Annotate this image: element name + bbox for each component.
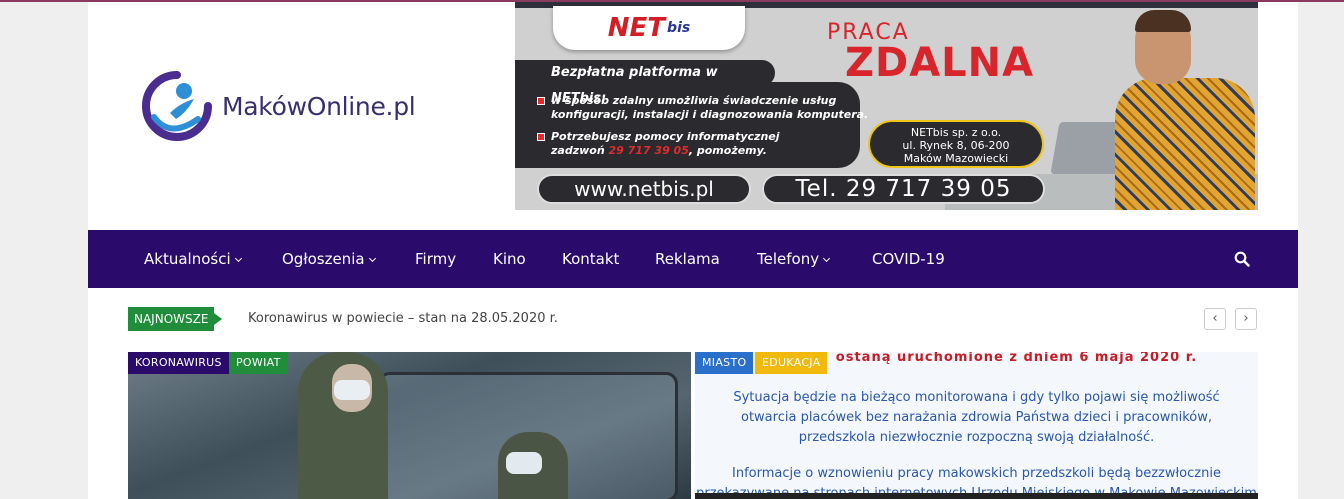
ticker-label: NAJNOWSZE	[128, 307, 223, 331]
nav-item-label: Telefony	[757, 250, 820, 268]
ad-brand-suffix: bis	[667, 20, 691, 36]
nav-item-firmy[interactable]: Firmy	[415, 230, 456, 288]
site-logo[interactable]: MakówOnline.pl	[140, 68, 480, 144]
ad-person-photo	[1115, 10, 1255, 210]
page-container: MakówOnline.pl NET bis PRACA ZDALNA Bezpł…	[88, 2, 1298, 499]
ticker-next-button[interactable]: ›	[1235, 308, 1257, 330]
ticker-headline[interactable]: Koronawirus w powiecie – stan na 28.05.2…	[248, 307, 558, 331]
nav-item-kontakt[interactable]: Kontakt	[562, 230, 619, 288]
nav-item-label: Ogłoszenia	[282, 250, 365, 268]
card-text-line: przedszkola niezwłocznie rozpoczną swoją…	[798, 430, 1155, 445]
ad-bullet-2-suffix: , pomożemy.	[688, 144, 767, 157]
chevron-down-icon	[368, 254, 376, 263]
ad-bullet-2-line-1: Potrzebujesz pomocy informatycznej	[551, 130, 780, 143]
ad-url: www.netbis.pl	[537, 174, 751, 204]
ad-bullet-2: Potrzebujesz pomocy informatycznej zadzw…	[537, 130, 780, 158]
category-badge-koronawirus[interactable]: KORONAWIRUS	[128, 352, 229, 374]
ad-netbis-logo: NET bis	[553, 6, 745, 50]
nav-item-covid-19[interactable]: COVID-19	[872, 230, 945, 288]
nav-item-ogloszenia[interactable]: Ogłoszenia	[282, 230, 376, 288]
ad-bullet-1: w sposób zdalny umożliwia świadczenie us…	[537, 94, 869, 122]
nav-item-reklama[interactable]: Reklama	[655, 230, 720, 288]
category-badge-miasto[interactable]: MIASTO	[695, 352, 754, 374]
chevron-down-icon	[234, 254, 242, 263]
ad-address-line-1: NETbis sp. z o.o.	[910, 126, 1002, 139]
ad-address-line-3: Maków Mazowiecki	[903, 152, 1009, 165]
category-badge-powiat[interactable]: POWIAT	[229, 352, 288, 374]
nav-item-label: Firmy	[415, 250, 457, 268]
featured-post-image-1[interactable]	[128, 352, 691, 499]
nav-item-label: COVID-19	[872, 250, 945, 268]
search-icon[interactable]	[1234, 251, 1250, 267]
nav-item-telefony[interactable]: Telefony	[757, 230, 831, 288]
ticker-prev-button[interactable]: ‹	[1204, 308, 1226, 330]
nav-item-aktualnosci[interactable]: Aktualności	[144, 230, 242, 288]
ad-brand: NET	[607, 13, 666, 43]
nav-item-label: Kino	[493, 250, 526, 268]
nav-item-label: Kontakt	[562, 250, 620, 268]
chevron-down-icon	[823, 254, 831, 263]
ad-platform-title: Bezpłatna platforma w NETbis:	[515, 60, 775, 106]
ad-banner[interactable]: NET bis PRACA ZDALNA Bezpłatna platforma …	[515, 2, 1258, 210]
ad-address-line-2: ul. Rynek 8, 06-200	[902, 139, 1010, 152]
ad-address: NETbis sp. z o.o. ul. Rynek 8, 06-200 Ma…	[868, 120, 1044, 168]
card-text-line: Informacje o wznowieniu pracy makowskich…	[732, 466, 1221, 481]
featured-post-image-2[interactable]: ostaną uruchomione z dniem 6 maja 2020 r…	[695, 352, 1258, 499]
nav-item-label: Reklama	[655, 250, 720, 268]
ad-bullet-2-phone: 29 717 39 05	[608, 144, 689, 157]
ad-bullet-2-line-2: zadzwoń 29 717 39 05, pomożemy.	[551, 144, 780, 158]
nav-item-kino[interactable]: Kino	[493, 230, 526, 288]
logo-text: MakówOnline.pl	[222, 91, 416, 121]
ad-bullet-1-line-1: w sposób zdalny umożliwia świadczenie us…	[551, 94, 837, 107]
category-badge-edukacja[interactable]: EDUKACJA	[755, 352, 828, 374]
bullet-icon	[537, 133, 545, 141]
ad-bullet-1-line-2: konfiguracji, instalacji i diagnozowania…	[551, 108, 869, 121]
bullet-icon	[537, 97, 545, 105]
card-text-line: Sytuacja będzie na bieżąco monitorowana …	[733, 390, 1220, 405]
ad-bullet-2-prefix: zadzwoń	[551, 144, 609, 157]
logo-icon	[140, 69, 214, 143]
ad-phone: Tel. 29 717 39 05	[762, 174, 1045, 204]
ad-headline-main: ZDALNA	[845, 40, 1035, 86]
card-text-line: otwarcia placówek bez narażania zdrowia …	[741, 410, 1212, 425]
main-nav: Aktualności Ogłoszenia Firmy Kino Kontak…	[88, 230, 1298, 288]
nav-item-label: Aktualności	[144, 250, 231, 268]
